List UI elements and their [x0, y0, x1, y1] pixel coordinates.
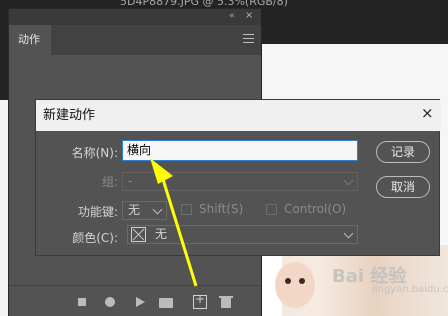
record-button[interactable]: 记录: [376, 141, 430, 163]
set-label: 组:: [101, 175, 118, 189]
chevron-down-icon: [343, 175, 354, 186]
panel-header: « ×: [9, 9, 261, 25]
close-icon[interactable]: ×: [421, 106, 435, 121]
no-color-icon: [131, 227, 146, 242]
shift-label: Shift(S): [199, 202, 244, 216]
folder-icon[interactable]: [159, 295, 173, 309]
function-key-value: 无: [128, 203, 141, 217]
set-select[interactable]: -: [122, 172, 358, 191]
chevron-down-icon: [152, 204, 163, 215]
action-name-input[interactable]: 横向: [122, 140, 358, 161]
function-key-label: 功能键:: [77, 205, 118, 219]
panel-footer-toolbar: [9, 285, 261, 316]
name-label: 名称(N):: [71, 146, 118, 160]
stop-icon[interactable]: [75, 295, 89, 309]
dialog-title: 新建动作: [36, 100, 441, 131]
cancel-button[interactable]: 取消: [376, 176, 430, 198]
baby-face-image: [275, 262, 315, 308]
set-select-value: -: [128, 174, 133, 188]
color-label: 颜色(C):: [72, 231, 118, 245]
tab-actions[interactable]: 动作: [9, 25, 51, 55]
record-icon[interactable]: [103, 295, 117, 309]
new-action-dialog: 新建动作 × 名称(N): 横向 组: - 功能键: 无 Shift(S) Co…: [35, 99, 441, 256]
control-checkbox[interactable]: [266, 204, 277, 215]
watermark-url: jingyan.baidu.com: [372, 284, 448, 295]
collapse-panel-icon[interactable]: «: [229, 11, 234, 21]
color-select[interactable]: 无: [127, 225, 358, 244]
hamburger-menu-icon[interactable]: [243, 34, 254, 44]
panel-tab-bar: 动作: [9, 25, 261, 55]
trash-icon[interactable]: [219, 295, 233, 309]
control-label: Control(O): [284, 202, 347, 216]
new-action-icon[interactable]: [193, 292, 207, 309]
chevron-down-icon: [343, 228, 354, 239]
close-panel-icon[interactable]: ×: [245, 10, 253, 21]
function-key-select[interactable]: 无: [122, 201, 167, 220]
play-icon[interactable]: [133, 295, 147, 309]
shift-checkbox[interactable]: [181, 204, 192, 215]
